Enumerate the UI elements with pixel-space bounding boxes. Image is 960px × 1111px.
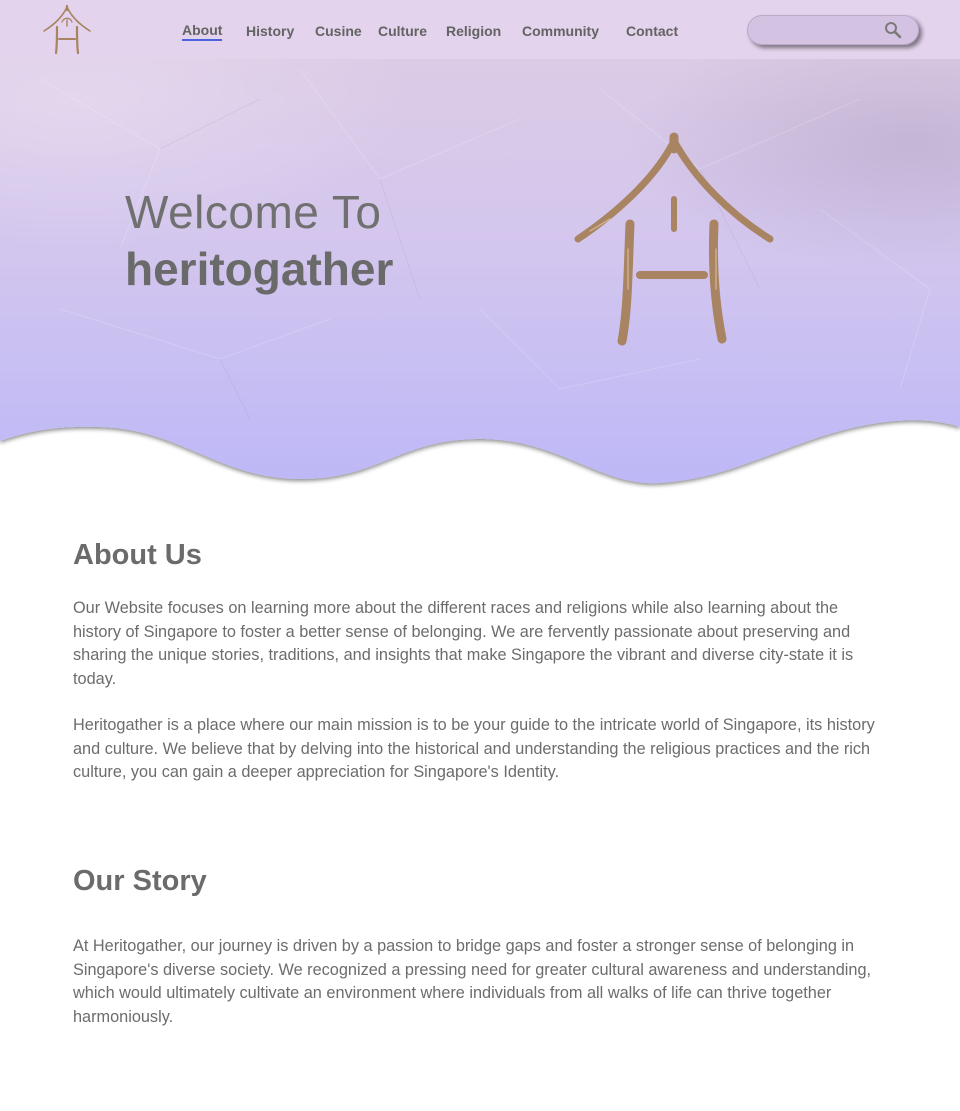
main-nav: About History Cusine Culture Religion Co…: [0, 0, 720, 59]
top-nav-bar: About History Cusine Culture Religion Co…: [0, 0, 960, 59]
search-icon[interactable]: [884, 21, 902, 39]
our-story-heading: Our Story: [73, 865, 207, 897]
nav-item-contact[interactable]: Contact: [626, 21, 678, 41]
about-paragraph-1: Our Website focuses on learning more abo…: [73, 599, 854, 688]
page: Welcome To heritogather About History Cu…: [0, 0, 960, 1111]
about-paragraph-2: Heritogather is a place where our main m…: [73, 716, 875, 782]
hero-brand-name: heritogather: [125, 243, 394, 295]
hero-banner: Welcome To heritogather: [0, 59, 960, 499]
nav-item-cusine[interactable]: Cusine: [315, 21, 362, 41]
story-paragraph-1: At Heritogather, our journey is driven b…: [73, 937, 872, 1026]
house-logo-icon: [574, 132, 774, 346]
nav-item-community[interactable]: Community: [522, 21, 599, 41]
nav-item-about[interactable]: About: [182, 21, 223, 41]
about-us-heading: About Us: [73, 539, 202, 571]
nav-item-history[interactable]: History: [246, 21, 294, 41]
search-input[interactable]: [759, 20, 883, 42]
hero-welcome-text: Welcome To: [125, 186, 382, 238]
nav-item-culture[interactable]: Culture: [378, 21, 427, 41]
nav-item-religion[interactable]: Religion: [446, 21, 501, 41]
